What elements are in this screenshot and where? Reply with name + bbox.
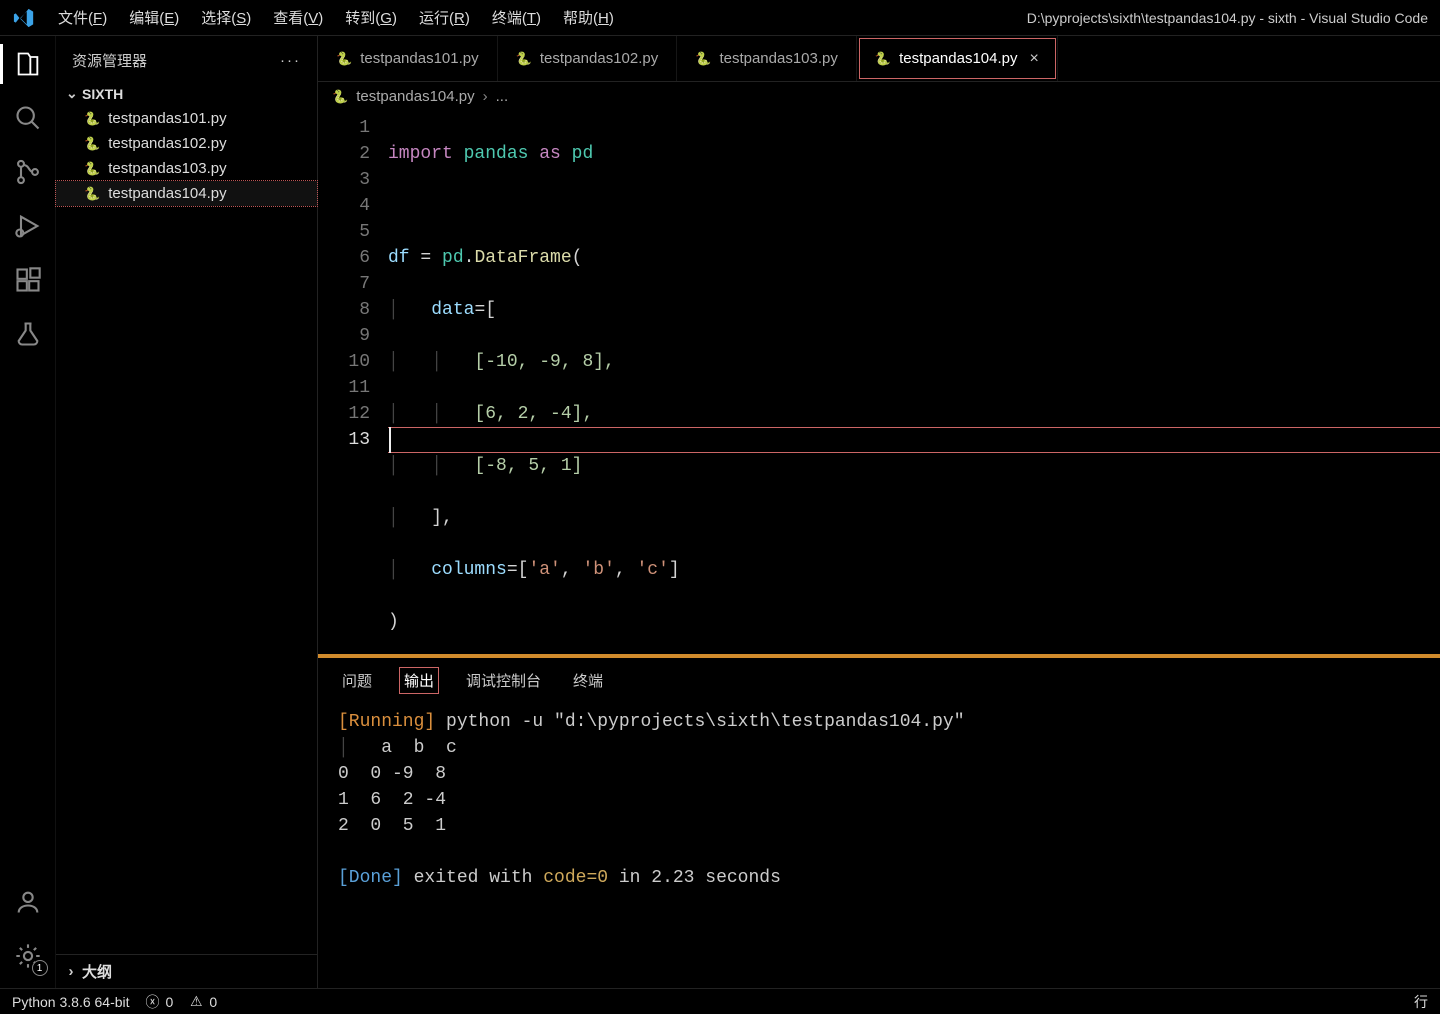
status-warnings[interactable]: ⚠0 — [187, 993, 217, 1011]
python-file-icon: 🐍 — [695, 51, 711, 67]
file-name: testpandas103.py — [108, 160, 226, 177]
editor-area: 🐍 testpandas101.py 🐍 testpandas102.py 🐍 tes… — [318, 36, 1440, 988]
window-title: D:\pyprojects\sixth\testpandas104.py - s… — [1027, 10, 1440, 26]
menu-run[interactable]: 运行(R) — [409, 3, 480, 32]
editor-tabs: 🐍 testpandas101.py 🐍 testpandas102.py 🐍 tes… — [318, 36, 1440, 82]
panel-tab-terminal[interactable]: 终端 — [569, 668, 607, 693]
activity-extensions-icon[interactable] — [10, 262, 46, 298]
vscode-logo-icon — [12, 6, 36, 30]
breadcrumb-file: testpandas104.py — [356, 88, 474, 105]
activity-explorer-icon[interactable] — [10, 46, 46, 82]
editor-tab[interactable]: 🐍 testpandas102.py — [498, 36, 678, 81]
error-icon: ⓧ — [144, 993, 162, 1011]
chevron-right-icon: › — [66, 963, 76, 980]
file-item-selected[interactable]: 🐍 testpandas104.py — [56, 181, 317, 206]
code-content[interactable]: import pandas as pd df = pd.DataFrame( │… — [388, 111, 1440, 654]
sidebar-more-icon[interactable]: ··· — [280, 52, 301, 69]
sidebar-title: 资源管理器 — [72, 50, 147, 71]
editor-tab[interactable]: 🐍 testpandas101.py — [318, 36, 498, 81]
python-file-icon: 🐍 — [84, 111, 100, 127]
status-errors[interactable]: ⓧ0 — [144, 993, 174, 1011]
tab-label: testpandas103.py — [719, 50, 837, 67]
file-item[interactable]: 🐍 testpandas101.py — [56, 106, 317, 131]
python-file-icon: 🐍 — [332, 89, 348, 105]
activity-settings-icon[interactable]: 1 — [10, 938, 46, 974]
bottom-panel: 问题 输出 调试控制台 终端 [Running] python -u "d:\p… — [318, 658, 1440, 988]
panel-tab-debug[interactable]: 调试控制台 — [462, 668, 545, 693]
status-python[interactable]: Python 3.8.6 64-bit — [12, 994, 130, 1010]
activity-scm-icon[interactable] — [10, 154, 46, 190]
menu-bar: 文件(F) 编辑(E) 选择(S) 查看(V) 转到(G) 运行(R) 终端(T… — [48, 3, 624, 32]
panel-tab-problems[interactable]: 问题 — [338, 668, 376, 693]
title-bar: 文件(F) 编辑(E) 选择(S) 查看(V) 转到(G) 运行(R) 终端(T… — [0, 0, 1440, 36]
tab-close-icon[interactable]: × — [1030, 50, 1039, 68]
outline-label: 大纲 — [82, 961, 112, 982]
chevron-down-icon: ⌄ — [66, 85, 76, 102]
menu-file[interactable]: 文件(F) — [48, 3, 117, 32]
line-gutter: 12345678910111213 — [318, 111, 388, 654]
menu-help[interactable]: 帮助(H) — [553, 3, 624, 32]
activity-bar: 1 — [0, 36, 56, 988]
status-line-col[interactable]: 行 — [1414, 992, 1428, 1012]
outline-section[interactable]: › 大纲 — [56, 954, 317, 988]
menu-select[interactable]: 选择(S) — [191, 3, 261, 32]
python-file-icon: 🐍 — [875, 51, 891, 67]
file-name: testpandas102.py — [108, 135, 226, 152]
file-item[interactable]: 🐍 testpandas103.py — [56, 156, 317, 181]
activity-account-icon[interactable] — [10, 884, 46, 920]
file-name: testpandas101.py — [108, 110, 226, 127]
warning-icon: ⚠ — [187, 993, 205, 1011]
panel-tab-output[interactable]: 输出 — [400, 668, 438, 693]
folder-name: SIXTH — [82, 86, 123, 102]
editor-tab[interactable]: 🐍 testpandas103.py — [677, 36, 857, 81]
menu-view[interactable]: 查看(V) — [263, 3, 333, 32]
python-file-icon: 🐍 — [84, 161, 100, 177]
file-name: testpandas104.py — [108, 185, 226, 202]
python-file-icon: 🐍 — [516, 51, 532, 67]
python-file-icon: 🐍 — [84, 186, 100, 202]
code-editor[interactable]: 12345678910111213 import pandas as pd df… — [318, 111, 1440, 654]
panel-tabs: 问题 输出 调试控制台 终端 — [318, 658, 1440, 701]
sidebar-header: 资源管理器 ··· — [56, 36, 317, 81]
breadcrumb-rest: ... — [496, 88, 509, 105]
activity-testing-icon[interactable] — [10, 316, 46, 352]
tab-label: testpandas102.py — [540, 50, 658, 67]
tab-label: testpandas101.py — [360, 50, 478, 67]
main-area: 1 资源管理器 ··· ⌄ SIXTH 🐍 testpandas101.py 🐍 t… — [0, 36, 1440, 988]
activity-debug-icon[interactable] — [10, 208, 46, 244]
breadcrumb[interactable]: 🐍 testpandas104.py › ... — [318, 82, 1440, 111]
status-bar: Python 3.8.6 64-bit ⓧ0 ⚠0 行 — [0, 988, 1440, 1014]
menu-go[interactable]: 转到(G) — [335, 3, 407, 32]
python-file-icon: 🐍 — [84, 136, 100, 152]
editor-tab-active[interactable]: 🐍 testpandas104.py × — [857, 36, 1058, 81]
menu-edit[interactable]: 编辑(E) — [119, 3, 189, 32]
folder-root[interactable]: ⌄ SIXTH — [56, 81, 317, 106]
chevron-right-icon: › — [483, 88, 488, 105]
python-file-icon: 🐍 — [336, 51, 352, 67]
text-cursor — [389, 427, 391, 453]
activity-search-icon[interactable] — [10, 100, 46, 136]
menu-terminal[interactable]: 终端(T) — [482, 3, 551, 32]
tab-label: testpandas104.py — [899, 50, 1017, 67]
file-item[interactable]: 🐍 testpandas102.py — [56, 131, 317, 156]
output-content[interactable]: [Running] python -u "d:\pyprojects\sixth… — [318, 701, 1440, 988]
current-line-highlight — [388, 427, 1440, 453]
sidebar: 资源管理器 ··· ⌄ SIXTH 🐍 testpandas101.py 🐍 tes… — [56, 36, 318, 988]
